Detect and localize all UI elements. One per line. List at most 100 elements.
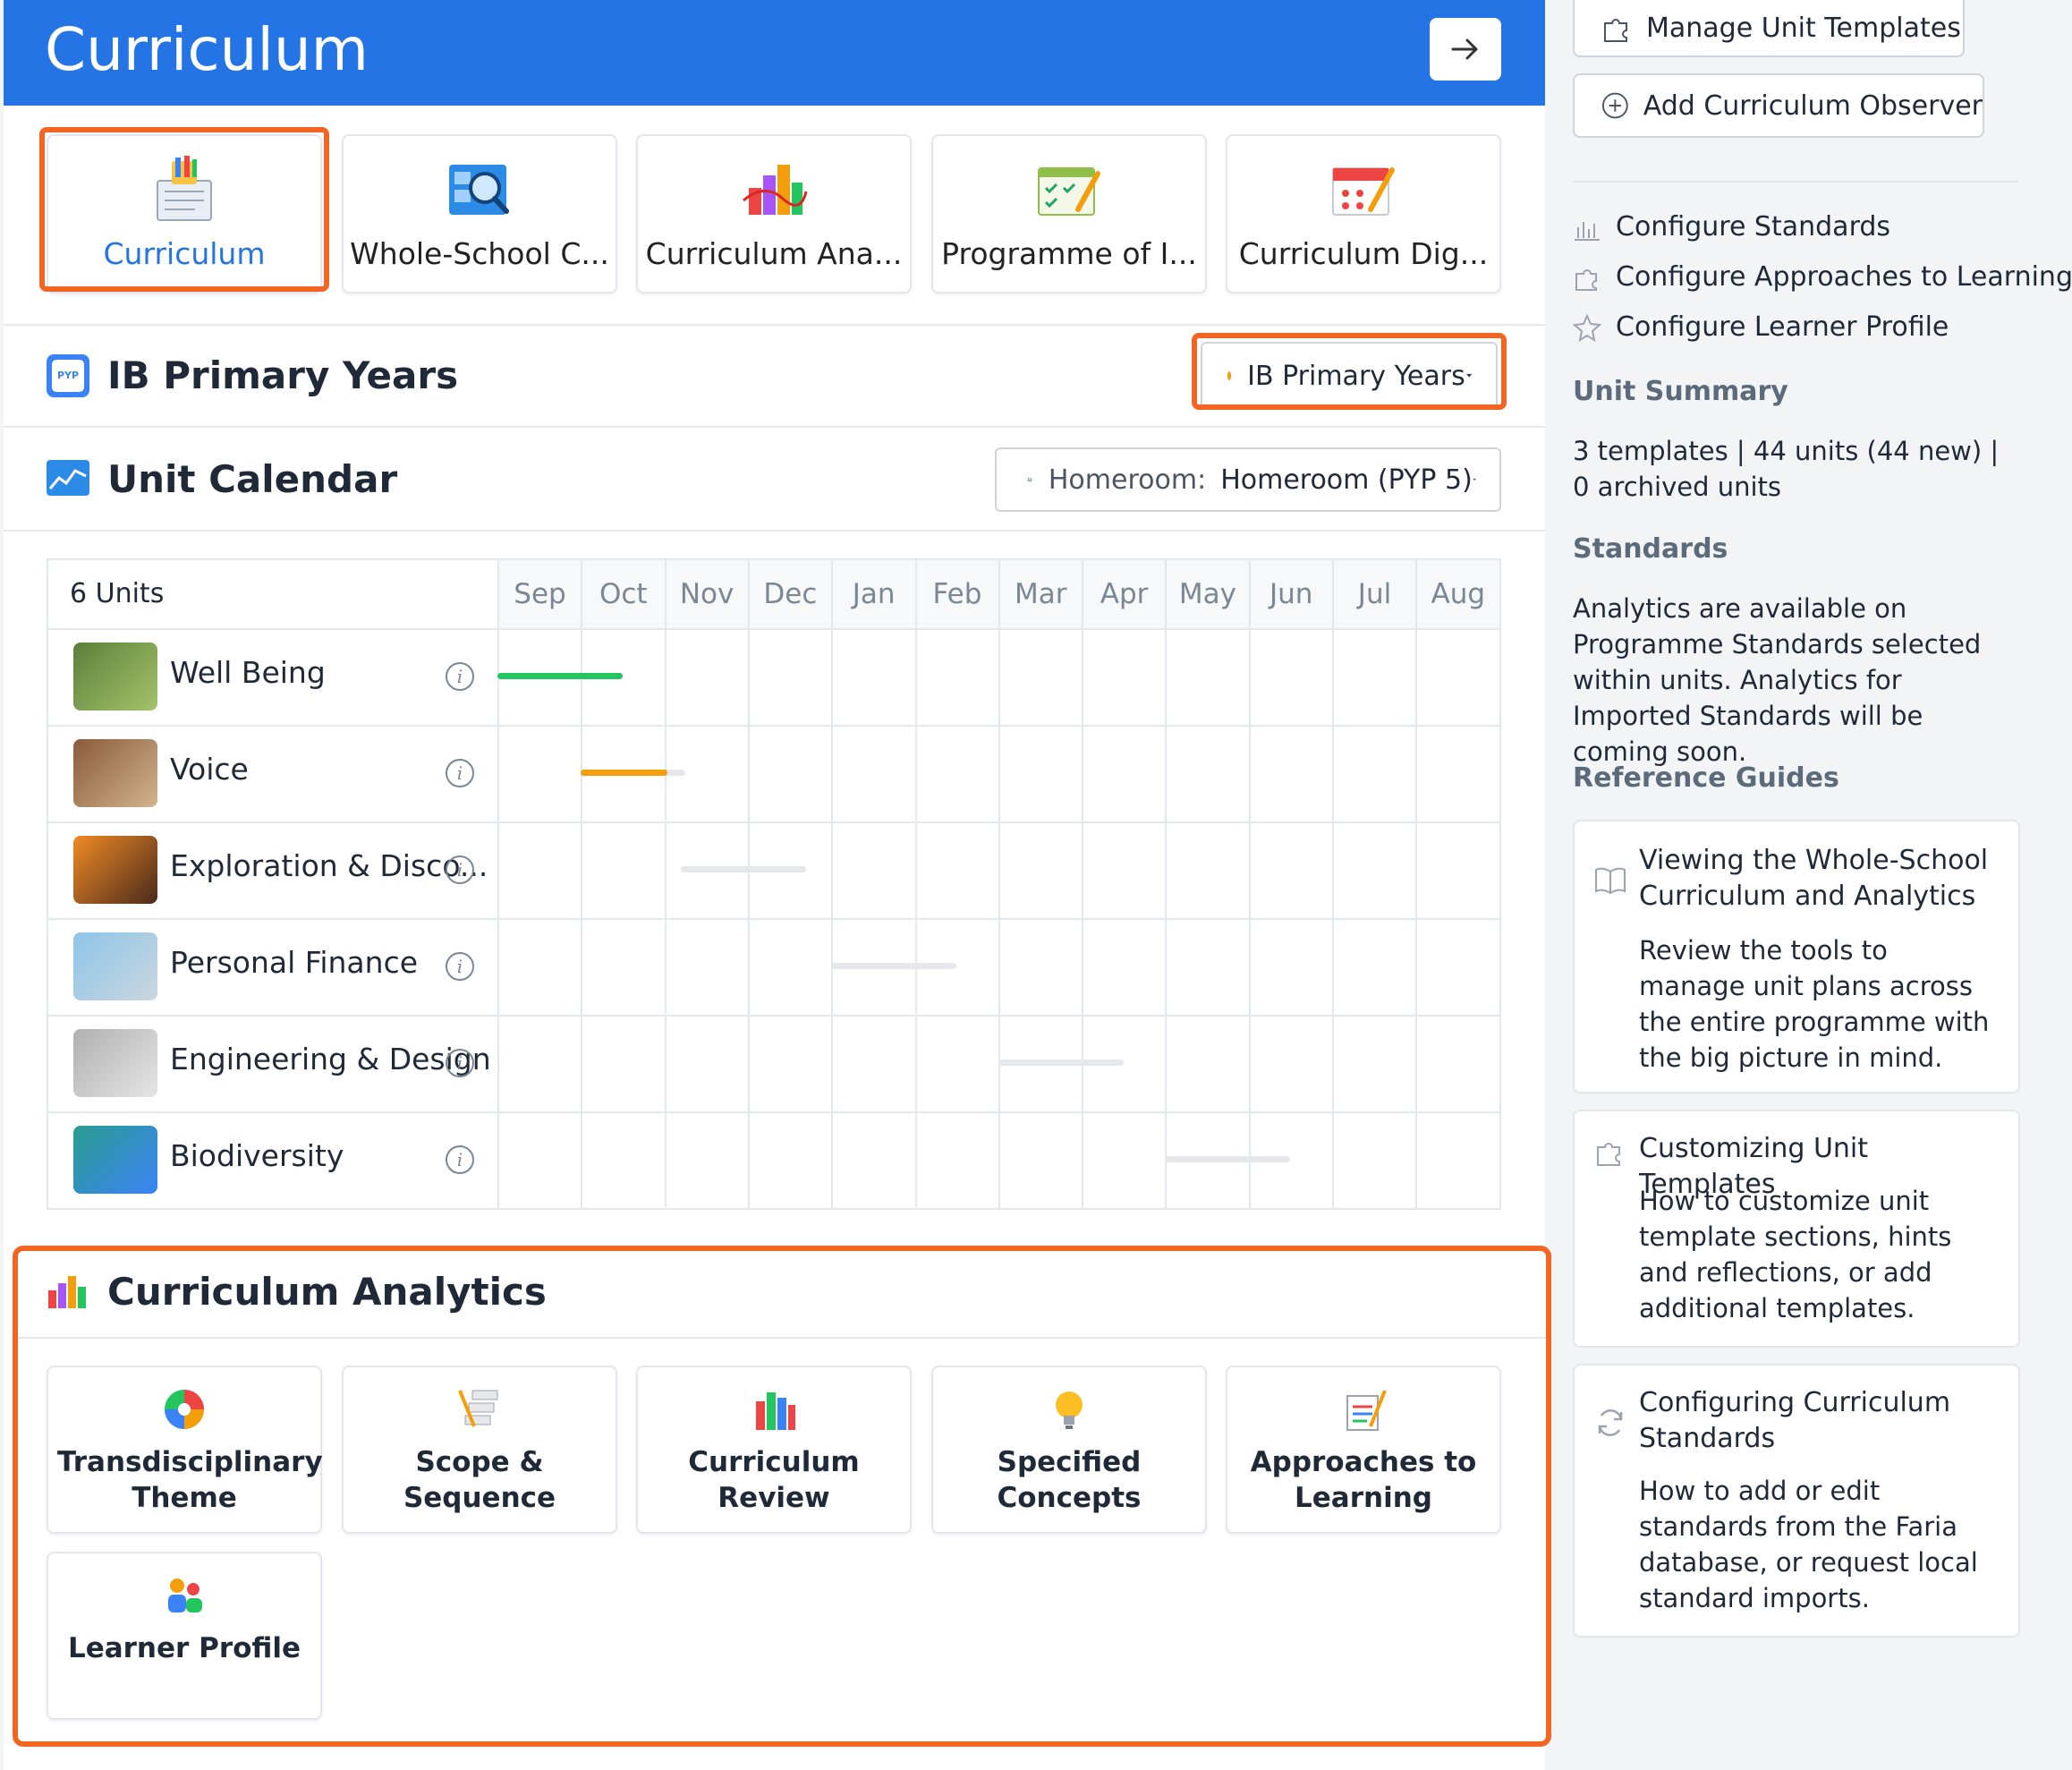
refresh-icon bbox=[1598, 1409, 1623, 1436]
analytics-card-label: Curriculum Review bbox=[688, 1446, 860, 1514]
programme-title: IB Primary Years bbox=[107, 353, 459, 397]
photo-globe-recycle bbox=[73, 1126, 157, 1194]
configure-approaches-link[interactable]: Configure Approaches to Learning bbox=[1616, 261, 2072, 293]
divider bbox=[4, 530, 1545, 532]
guide-title: Configuring Curriculum Standards bbox=[1639, 1387, 1951, 1454]
chart-bars-icon bbox=[1575, 222, 1600, 241]
configure-learner-profile-link[interactable]: Configure Learner Profile bbox=[1616, 311, 1949, 343]
magnifier-icon bbox=[449, 165, 509, 215]
photo-gears bbox=[73, 1029, 157, 1097]
lightbulb-icon bbox=[1056, 1391, 1083, 1429]
tool-label: Curriculum Ana... bbox=[645, 236, 903, 271]
info-icon[interactable]: i bbox=[446, 759, 474, 787]
tool-card-analytics[interactable]: Curriculum Ana... bbox=[636, 134, 912, 294]
puzzle-icon bbox=[1575, 269, 1597, 291]
guide-card-unit-templates[interactable]: Customizing Unit Templates How to custom… bbox=[1573, 1110, 2020, 1348]
unit-name: Personal Finance bbox=[170, 945, 419, 980]
programme-select[interactable]: IB Primary Years bbox=[1201, 342, 1498, 410]
puzzle-icon bbox=[1597, 1143, 1620, 1166]
analytics-chart-icon bbox=[48, 1276, 86, 1308]
analytics-card-scope-sequence[interactable]: Scope & Sequence bbox=[342, 1366, 617, 1534]
info-icon[interactable]: i bbox=[446, 855, 474, 884]
unit-timeline-bar[interactable] bbox=[681, 866, 807, 872]
expand-button[interactable] bbox=[1430, 18, 1501, 81]
manage-unit-templates-label: Manage Unit Templates bbox=[1646, 12, 1961, 44]
chevron-down-icon bbox=[1473, 478, 1476, 481]
plus-circle-icon bbox=[1601, 92, 1628, 119]
books-icon bbox=[756, 1392, 795, 1430]
analytics-card-label: Approaches to Learning bbox=[1250, 1446, 1477, 1514]
info-icon[interactable]: i bbox=[446, 662, 474, 691]
tool-label: Whole-School C... bbox=[350, 236, 609, 271]
add-curriculum-observer-button[interactable]: Add Curriculum Observer bbox=[1573, 73, 1984, 138]
unit-calendar-table: 6 Units Sep Oct Nov Dec Jan Feb Mar Apr May Jun Ju… bbox=[47, 558, 1501, 1210]
analytics-card-specified-concepts[interactable]: Specified Concepts bbox=[931, 1366, 1207, 1534]
unit-timeline-bar[interactable] bbox=[1165, 1156, 1291, 1162]
book-icon bbox=[1595, 867, 1626, 895]
status-dot bbox=[1227, 371, 1232, 380]
analytics-card-label: Transdisciplinary Theme bbox=[57, 1446, 323, 1514]
arrow-right-icon bbox=[1451, 38, 1478, 60]
info-icon[interactable]: i bbox=[446, 952, 474, 981]
info-icon[interactable]: i bbox=[446, 1049, 474, 1077]
tool-card-curriculum-digest[interactable]: Curriculum Dig... bbox=[1226, 134, 1501, 294]
analytics-card-learner-profile[interactable]: Learner Profile bbox=[47, 1552, 322, 1720]
tool-label: Programme of I... bbox=[941, 236, 1197, 271]
checklist-calendar-icon bbox=[1038, 167, 1100, 216]
analytics-card-transdisciplinary-theme[interactable]: Transdisciplinary Theme bbox=[47, 1366, 323, 1534]
configure-standards-link[interactable]: Configure Standards bbox=[1616, 211, 1890, 243]
programme-select-value: IB Primary Years bbox=[1247, 360, 1465, 392]
unit-name: Exploration & Disco... bbox=[170, 848, 488, 883]
guide-title: Viewing the Whole-School Curriculum and … bbox=[1639, 845, 1989, 912]
page-title: Curriculum bbox=[45, 15, 369, 84]
unit-timeline-bar[interactable] bbox=[998, 1059, 1124, 1066]
photo-coins-city bbox=[73, 932, 157, 1000]
puzzle-icon bbox=[1604, 19, 1627, 42]
analytics-card-label: Learner Profile bbox=[67, 1632, 301, 1664]
divider bbox=[4, 324, 1545, 326]
standards-text: Analytics are available on Programme Sta… bbox=[1573, 593, 1982, 767]
analytics-card-curriculum-review[interactable]: Curriculum Review bbox=[636, 1366, 912, 1534]
analytics-card-label: Scope & Sequence bbox=[403, 1446, 556, 1514]
unit-summary-heading: Unit Summary bbox=[1573, 376, 1788, 407]
analytics-card-approaches-to-learning[interactable]: Approaches to Learning bbox=[1226, 1366, 1501, 1534]
homeroom-value: Homeroom (PYP 5) bbox=[1220, 464, 1473, 496]
guide-card-curriculum-standards[interactable]: Configuring Curriculum Standards How to … bbox=[1573, 1364, 2020, 1638]
chart-area-icon bbox=[47, 460, 89, 496]
homeroom-select[interactable]: Homeroom: Homeroom (PYP 5) bbox=[995, 447, 1501, 512]
unit-timeline-bar[interactable] bbox=[497, 673, 623, 679]
add-curriculum-observer-label: Add Curriculum Observer bbox=[1643, 89, 1983, 122]
tool-card-whole-school[interactable]: Whole-School C... bbox=[342, 134, 617, 294]
analytics-card-label: Specified Concepts bbox=[997, 1446, 1142, 1514]
unit-name: Voice bbox=[170, 752, 249, 787]
unit-calendar-title: Unit Calendar bbox=[107, 457, 398, 501]
bar-chart-icon bbox=[743, 165, 808, 215]
guide-description: How to add or edit standards from the Fa… bbox=[1639, 1476, 1978, 1613]
photo-crowd-protest bbox=[73, 739, 157, 807]
color-wheel-icon bbox=[165, 1390, 204, 1429]
steps-pencil-icon bbox=[458, 1390, 498, 1427]
unit-timeline-bar[interactable] bbox=[831, 963, 957, 969]
unit-timeline-progress bbox=[581, 770, 668, 776]
unit-rows: Well Being i Voice i Exploration & Disco... i… bbox=[48, 560, 1499, 1210]
unit-name: Engineering & Design bbox=[170, 1042, 491, 1076]
chevron-down-icon bbox=[1465, 373, 1473, 378]
photo-people-outdoors bbox=[73, 642, 157, 711]
guide-description: How to customize unit template sections,… bbox=[1639, 1186, 1952, 1323]
divider bbox=[18, 1337, 1546, 1339]
star-icon bbox=[1573, 313, 1601, 342]
tool-card-curriculum[interactable]: Curriculum bbox=[47, 134, 322, 294]
guide-description: Review the tools to manage unit plans ac… bbox=[1639, 935, 1990, 1073]
divider bbox=[4, 426, 1545, 428]
tool-label: Curriculum Dig... bbox=[1238, 236, 1489, 271]
photo-sunset-hiker bbox=[73, 836, 157, 904]
calendar-pencil-icon bbox=[1332, 167, 1395, 216]
tool-card-programme-of-inquiry[interactable]: Programme of I... bbox=[931, 134, 1207, 294]
pyp-badge-icon: PYP bbox=[47, 354, 89, 397]
unit-summary-text: 3 templates | 44 units (44 new) | 0 arch… bbox=[1573, 436, 2000, 502]
manage-unit-templates-button[interactable]: Manage Unit Templates bbox=[1573, 0, 1965, 57]
notepad-icon bbox=[1346, 1390, 1387, 1431]
guide-card-whole-school[interactable]: Viewing the Whole-School Curriculum and … bbox=[1573, 820, 2020, 1093]
curriculum-notebook-icon bbox=[157, 156, 212, 221]
info-icon[interactable]: i bbox=[446, 1145, 474, 1174]
